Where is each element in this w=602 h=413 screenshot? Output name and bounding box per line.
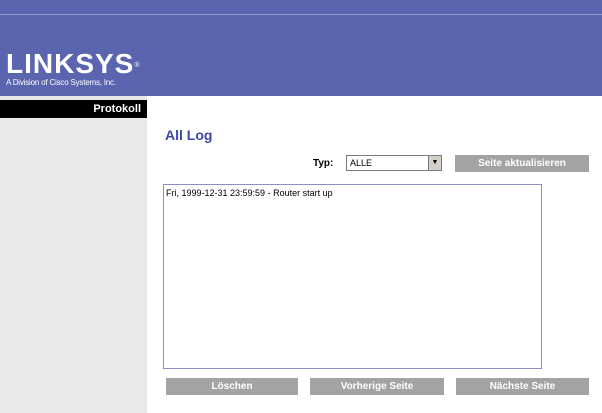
brand-tagline: A Division of Cisco Systems, Inc. — [6, 78, 116, 87]
sidebar — [0, 96, 147, 413]
refresh-page-button[interactable]: Seite aktualisieren — [455, 155, 589, 172]
header-divider — [0, 14, 602, 15]
registered-mark: ® — [134, 62, 141, 69]
next-page-button[interactable]: Nächste Seite — [456, 378, 589, 395]
delete-log-button[interactable]: Löschen — [166, 378, 298, 395]
log-textarea[interactable]: Fri, 1999-12-31 23:59:59 - Router start … — [163, 184, 542, 369]
type-select-value: ALLE — [350, 158, 373, 168]
type-select[interactable]: ALLE ▼ — [346, 155, 442, 171]
log-entry: Fri, 1999-12-31 23:59:59 - Router start … — [166, 188, 333, 198]
chevron-down-icon[interactable]: ▼ — [428, 156, 441, 170]
type-label: Typ: — [313, 158, 334, 169]
header-banner: LINKSYS® A Division of Cisco Systems, In… — [0, 0, 602, 96]
linksys-logo: LINKSYS® — [6, 48, 141, 79]
sidebar-section-protokoll: Protokoll — [0, 100, 147, 118]
previous-page-button[interactable]: Vorherige Seite — [310, 378, 444, 395]
page-title: All Log — [165, 127, 213, 143]
